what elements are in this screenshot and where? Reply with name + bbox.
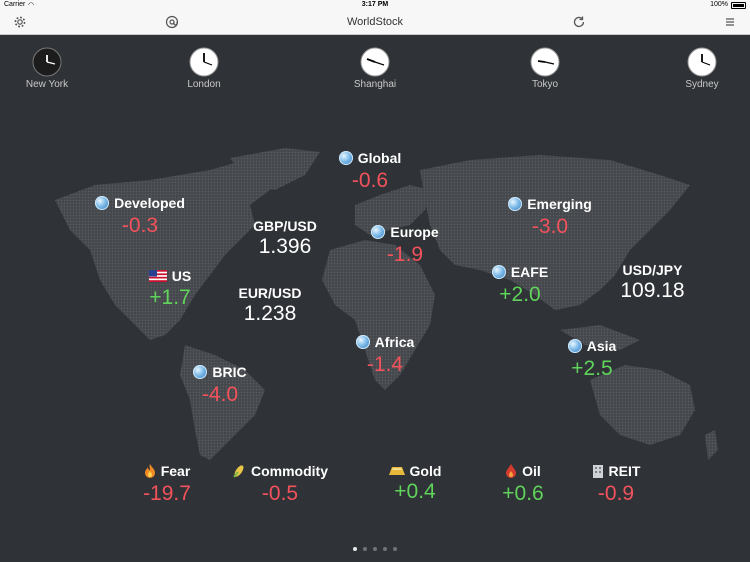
market-value: -1.9 [386, 243, 424, 266]
market-value: +2.0 [499, 283, 541, 306]
clock-label: New York [25, 79, 69, 90]
indicator-fear[interactable]: Fear -19.7 [122, 463, 212, 505]
building-icon [592, 465, 603, 478]
clock-label: London [187, 79, 221, 90]
world-clocks: New York London Shanghai Tokyo Sydney [0, 35, 750, 97]
app-title: WorldStock [346, 16, 404, 28]
clock-shanghai: Shanghai [335, 47, 415, 90]
globe-icon [95, 196, 110, 210]
market-value: -3.0 [531, 215, 569, 238]
oil-drop-icon [506, 464, 517, 478]
clock-london: London [164, 47, 244, 90]
indicator-value: +0.4 [394, 480, 436, 503]
fx-eur-usd[interactable]: EUR/USD 1.238 [225, 285, 315, 325]
indicator-value: -0.5 [261, 482, 299, 505]
clock-tokyo: Tokyo [505, 47, 585, 90]
page-dot[interactable] [353, 547, 357, 551]
clock-face-icon [687, 47, 717, 77]
market-value: -0.3 [121, 214, 159, 237]
market-name: Global [357, 150, 402, 166]
globe-icon [567, 339, 582, 353]
indicator-commodity[interactable]: Commodity -0.5 [225, 463, 335, 505]
globe-icon [491, 265, 506, 279]
globe-icon [193, 365, 208, 379]
clock-label: Shanghai [353, 79, 397, 90]
market-value: 109.18 [620, 279, 685, 302]
page-dot[interactable] [393, 547, 397, 551]
indicator-name: REIT [608, 463, 641, 479]
globe-icon [371, 225, 386, 239]
gold-bar-icon [388, 467, 405, 475]
market-value: +2.5 [571, 357, 613, 380]
clock-sydney: Sydney [662, 47, 742, 90]
menu-icon[interactable] [722, 15, 738, 31]
indicator-name: Commodity [251, 463, 328, 479]
indicator-gold[interactable]: Gold +0.4 [375, 463, 455, 503]
market-name: EAFE [510, 264, 549, 280]
market-developed[interactable]: Developed -0.3 [80, 195, 200, 237]
clock-label: Sydney [685, 79, 719, 90]
indicator-name: Fear [160, 463, 191, 479]
market-name: US [171, 268, 192, 284]
market-name: Developed [114, 195, 185, 211]
status-bar: Carrier ◠ 3:17 PM 100% [0, 0, 750, 11]
clock-face-icon [360, 47, 390, 77]
market-name: GBP/USD [253, 218, 317, 234]
fx-usd-jpy[interactable]: USD/JPY 109.18 [605, 262, 700, 302]
indicator-name: Gold [409, 463, 442, 479]
market-value: -4.0 [201, 383, 239, 406]
clock-label: Tokyo [531, 79, 559, 90]
market-value: -0.6 [351, 169, 389, 192]
market-africa[interactable]: Africa -1.4 [345, 334, 425, 376]
market-name: BRIC [212, 364, 247, 380]
market-value: 1.396 [258, 235, 312, 258]
clock-face-icon [189, 47, 219, 77]
page-dot[interactable] [373, 547, 377, 551]
market-value: 1.238 [243, 302, 297, 325]
market-europe[interactable]: Europe -1.9 [360, 224, 450, 266]
indicator-oil[interactable]: Oil +0.6 [488, 463, 558, 505]
clock-face-icon [530, 47, 560, 77]
navigation-bar: WorldStock [0, 11, 750, 35]
globe-icon [355, 335, 370, 349]
indicator-name: Oil [522, 463, 541, 479]
market-name: Emerging [527, 196, 592, 212]
market-name: USD/JPY [622, 262, 683, 278]
market-name: Europe [390, 224, 439, 240]
indicator-reit[interactable]: REIT -0.9 [576, 463, 656, 505]
fx-gbp-usd[interactable]: GBP/USD 1.396 [240, 218, 330, 258]
market-value: -1.4 [366, 353, 404, 376]
globe-icon [508, 197, 523, 211]
market-name: EUR/USD [238, 285, 302, 301]
status-time: 3:17 PM [361, 1, 389, 8]
market-name: Asia [586, 338, 617, 354]
us-flag-icon [148, 270, 167, 282]
market-emerging[interactable]: Emerging -3.0 [495, 196, 605, 238]
clock-face-icon [32, 47, 62, 77]
battery-label: 100% [710, 1, 728, 8]
market-name: Africa [374, 334, 415, 350]
market-value: +1.7 [149, 286, 191, 309]
battery-icon [731, 2, 746, 9]
market-global[interactable]: Global -0.6 [320, 150, 420, 192]
indicator-value: -19.7 [143, 482, 191, 505]
market-us[interactable]: US +1.7 [130, 268, 210, 309]
corn-icon [233, 465, 244, 478]
market-bric[interactable]: BRIC -4.0 [180, 364, 260, 406]
clock-new-york: New York [7, 47, 87, 90]
indicator-value: -0.9 [597, 482, 635, 505]
globe-icon [338, 151, 353, 165]
page-dot[interactable] [383, 547, 387, 551]
flame-icon [144, 464, 155, 478]
market-asia[interactable]: Asia +2.5 [552, 338, 632, 380]
market-eafe[interactable]: EAFE +2.0 [480, 264, 560, 306]
refresh-icon[interactable] [571, 15, 587, 31]
page-control[interactable] [0, 547, 750, 551]
page-dot[interactable] [363, 547, 367, 551]
indicator-value: +0.6 [502, 482, 544, 505]
